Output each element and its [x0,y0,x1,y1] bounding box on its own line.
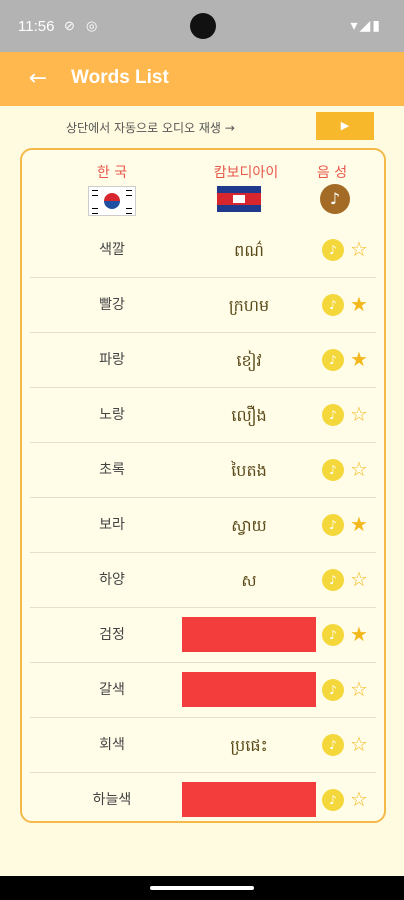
star-outline-icon[interactable]: ☆ [350,787,368,811]
hidden-khmer-word[interactable] [182,782,316,817]
header-sound: 음 성 [316,165,348,181]
hidden-khmer-word[interactable] [182,617,316,652]
home-handle[interactable] [150,886,254,890]
korean-word: 빨강 [99,297,125,313]
word-row[interactable]: 갈색 ♪ ☆ [22,663,384,718]
play-sound-icon[interactable]: ♪ [322,624,344,646]
khmer-word: ខៀវ [236,351,262,370]
auto-play-row: 상단에서 자동으로 오디오 재생 → ▶ [0,110,404,144]
play-sound-icon[interactable]: ♪ [322,679,344,701]
word-row[interactable]: 초록 បៃតង ♪ ☆ [22,443,384,498]
play-sound-icon[interactable]: ♪ [322,734,344,756]
korean-word: 초록 [99,462,125,478]
star-filled-icon[interactable]: ★ [350,292,368,316]
cambodia-flag-icon [217,186,261,212]
star-outline-icon[interactable]: ☆ [350,567,368,591]
play-sound-icon[interactable]: ♪ [322,294,344,316]
korean-word: 하양 [99,572,125,588]
play-sound-icon[interactable]: ♪ [322,514,344,536]
music-note-icon: ♪ [320,184,350,214]
word-row[interactable]: 빨강 ក្រហម ♪ ★ [22,278,384,333]
play-sound-icon[interactable]: ♪ [322,569,344,591]
korean-word: 갈색 [99,682,125,698]
app-notification-icon: ◎ [86,18,98,33]
khmer-word: ស [241,571,257,590]
star-outline-icon[interactable]: ☆ [350,402,368,426]
hidden-khmer-word[interactable] [182,672,316,707]
khmer-word: លឿង [231,406,267,425]
camera-cutout [190,13,216,39]
khmer-word: ពណ៌ [234,241,264,260]
star-outline-icon[interactable]: ☆ [350,237,368,261]
auto-play-label: 상단에서 자동으로 오디오 재생 → [66,121,235,135]
korean-word: 하늘색 [92,792,132,808]
star-filled-icon[interactable]: ★ [350,622,368,646]
korean-word: 검정 [99,627,125,643]
star-filled-icon[interactable]: ★ [350,512,368,536]
word-row[interactable]: 회색 ប្រផេះ ♪ ☆ [22,718,384,773]
status-bar: 11:56 ⊘ ◎ ▾◢▮ [0,0,404,52]
app-bar: ← Words List [0,52,404,106]
play-sound-icon[interactable]: ♪ [322,349,344,371]
star-filled-icon[interactable]: ★ [350,347,368,371]
word-row[interactable]: 파랑 ខៀវ ♪ ★ [22,333,384,388]
korean-word: 파랑 [99,352,125,368]
signal-battery-icons: ▾◢▮ [350,17,382,33]
khmer-word: ស្វាយ [231,516,267,535]
khmer-word: ប្រផេះ [230,736,268,755]
khmer-word: ក្រហម [228,296,270,315]
word-row[interactable]: 하양 ស ♪ ☆ [22,553,384,608]
korean-word: 노랑 [99,407,125,423]
page-title: Words List [71,67,169,88]
play-sound-icon[interactable]: ♪ [322,459,344,481]
navigation-bar [0,876,404,900]
korean-word: 보라 [99,517,125,533]
star-outline-icon[interactable]: ☆ [350,732,368,756]
khmer-word: បៃតង [231,461,267,480]
word-row[interactable]: 노랑 លឿង ♪ ☆ [22,388,384,443]
word-row[interactable]: 색깔 ពណ៌ ♪ ☆ [22,223,384,278]
back-arrow-icon[interactable]: ← [24,65,52,93]
korean-word: 색깔 [99,242,125,258]
star-outline-icon[interactable]: ☆ [350,457,368,481]
header-khmer: 캄보디아이 [213,165,279,181]
word-row[interactable]: 하늘색 ♪ ☆ [22,773,384,821]
word-row[interactable]: 검정 ♪ ★ [22,608,384,663]
korean-word: 회색 [99,737,125,753]
word-row[interactable]: 보라 ស្វាយ ♪ ★ [22,498,384,553]
play-sound-icon[interactable]: ♪ [322,404,344,426]
play-sound-icon[interactable]: ♪ [322,239,344,261]
status-time: 11:56 [18,18,55,35]
play-sound-icon[interactable]: ♪ [322,789,344,811]
word-list-card: 한 국 캄보디아이 음 성 ♪ 색깔 ពណ៌ ♪ ☆ 빨강 ក្រហម ♪ ★ 파랑 ខៀវ ♪ ★ 노… [20,148,386,823]
korea-flag-icon [88,186,136,216]
star-outline-icon[interactable]: ☆ [350,677,368,701]
auto-play-button[interactable]: ▶ [316,112,374,140]
header-korean: 한 국 [96,165,128,181]
location-icon: ⊘ [64,18,75,33]
